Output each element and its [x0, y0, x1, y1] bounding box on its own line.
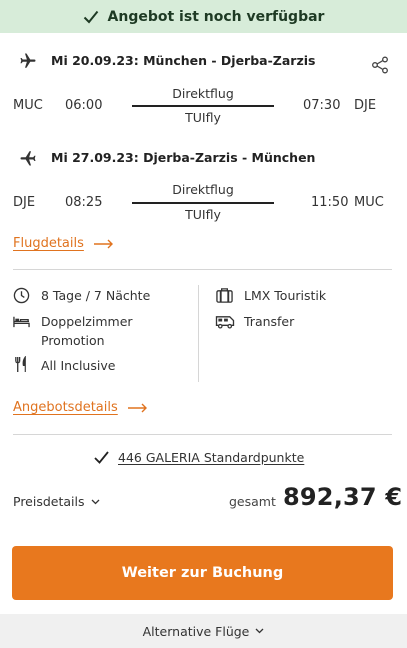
- alternative-flights-label: Alternative Flüge: [142, 623, 250, 639]
- inbound-destination-code: MUC: [354, 195, 384, 210]
- arrow-right-icon: [127, 403, 147, 412]
- check-icon: [94, 451, 109, 464]
- check-icon: [83, 10, 98, 23]
- availability-banner: Angebot ist noch verfügbar: [0, 0, 407, 33]
- plane-icon: [20, 53, 36, 68]
- outbound-departure-time: 06:00: [65, 98, 103, 113]
- outbound-flight-type: Direktflug: [172, 86, 234, 101]
- inbound-airline: TUIfly: [185, 207, 221, 222]
- share-icon[interactable]: [371, 56, 389, 74]
- offer-details-label: Angebotsdetails: [13, 400, 118, 415]
- clock-icon: [13, 287, 30, 304]
- price-details-label: Preisdetails: [13, 494, 85, 509]
- inbound-origin-code: DJE: [13, 195, 36, 210]
- inbound-arrival-time: 11:50: [311, 195, 349, 210]
- chevron-down-icon: [91, 499, 99, 504]
- room-type-line1: Doppelzimmer: [41, 314, 133, 329]
- offer-details-link[interactable]: Angebotsdetails: [13, 400, 148, 415]
- availability-text: Angebot ist noch verfügbar: [107, 8, 325, 25]
- arrow-right-icon: [93, 239, 113, 248]
- outbound-flight-title: Mi 20.09.23: München - Djerba-Zarzis: [51, 53, 316, 68]
- chevron-down-icon: [255, 628, 264, 634]
- price-details-toggle[interactable]: Preisdetails: [13, 494, 100, 509]
- inbound-departure-time: 08:25: [65, 195, 103, 210]
- inbound-flight-title: Mi 27.09.23: Djerba-Zarzis - München: [51, 150, 316, 165]
- tour-operator: LMX Touristik: [244, 288, 327, 303]
- plane-icon: [20, 151, 36, 166]
- transfer: Transfer: [244, 314, 295, 329]
- trip-duration: 8 Tage / 7 Nächte: [41, 288, 151, 303]
- outbound-arrival-time: 07:30: [303, 98, 341, 113]
- alternative-flights-toggle[interactable]: Alternative Flüge: [0, 614, 407, 648]
- column-divider: [198, 285, 199, 382]
- outbound-origin-code: MUC: [13, 98, 43, 113]
- inbound-route-line: [132, 202, 274, 204]
- room-type-line2: Promotion: [41, 333, 105, 348]
- loyalty-points-link[interactable]: 446 GALERIA Standardpunkte: [118, 450, 304, 465]
- total-label: gesamt: [229, 494, 276, 509]
- cutlery-icon: [15, 356, 26, 373]
- total-price: 892,37 €: [283, 483, 403, 511]
- bus-icon: [215, 316, 235, 329]
- bed-icon: [13, 316, 30, 328]
- divider: [13, 434, 392, 435]
- suitcase-icon: [216, 288, 233, 303]
- outbound-destination-code: DJE: [354, 98, 377, 113]
- continue-booking-button[interactable]: Weiter zur Buchung: [12, 546, 393, 600]
- outbound-route-line: [132, 105, 274, 107]
- board-type: All Inclusive: [41, 358, 116, 373]
- room-type: Doppelzimmer Promotion: [41, 312, 133, 350]
- outbound-airline: TUIfly: [185, 110, 221, 125]
- inbound-flight-type: Direktflug: [172, 182, 234, 197]
- divider: [13, 269, 392, 270]
- flight-details-label: Flugdetails: [13, 236, 84, 251]
- flight-details-link[interactable]: Flugdetails: [13, 236, 114, 251]
